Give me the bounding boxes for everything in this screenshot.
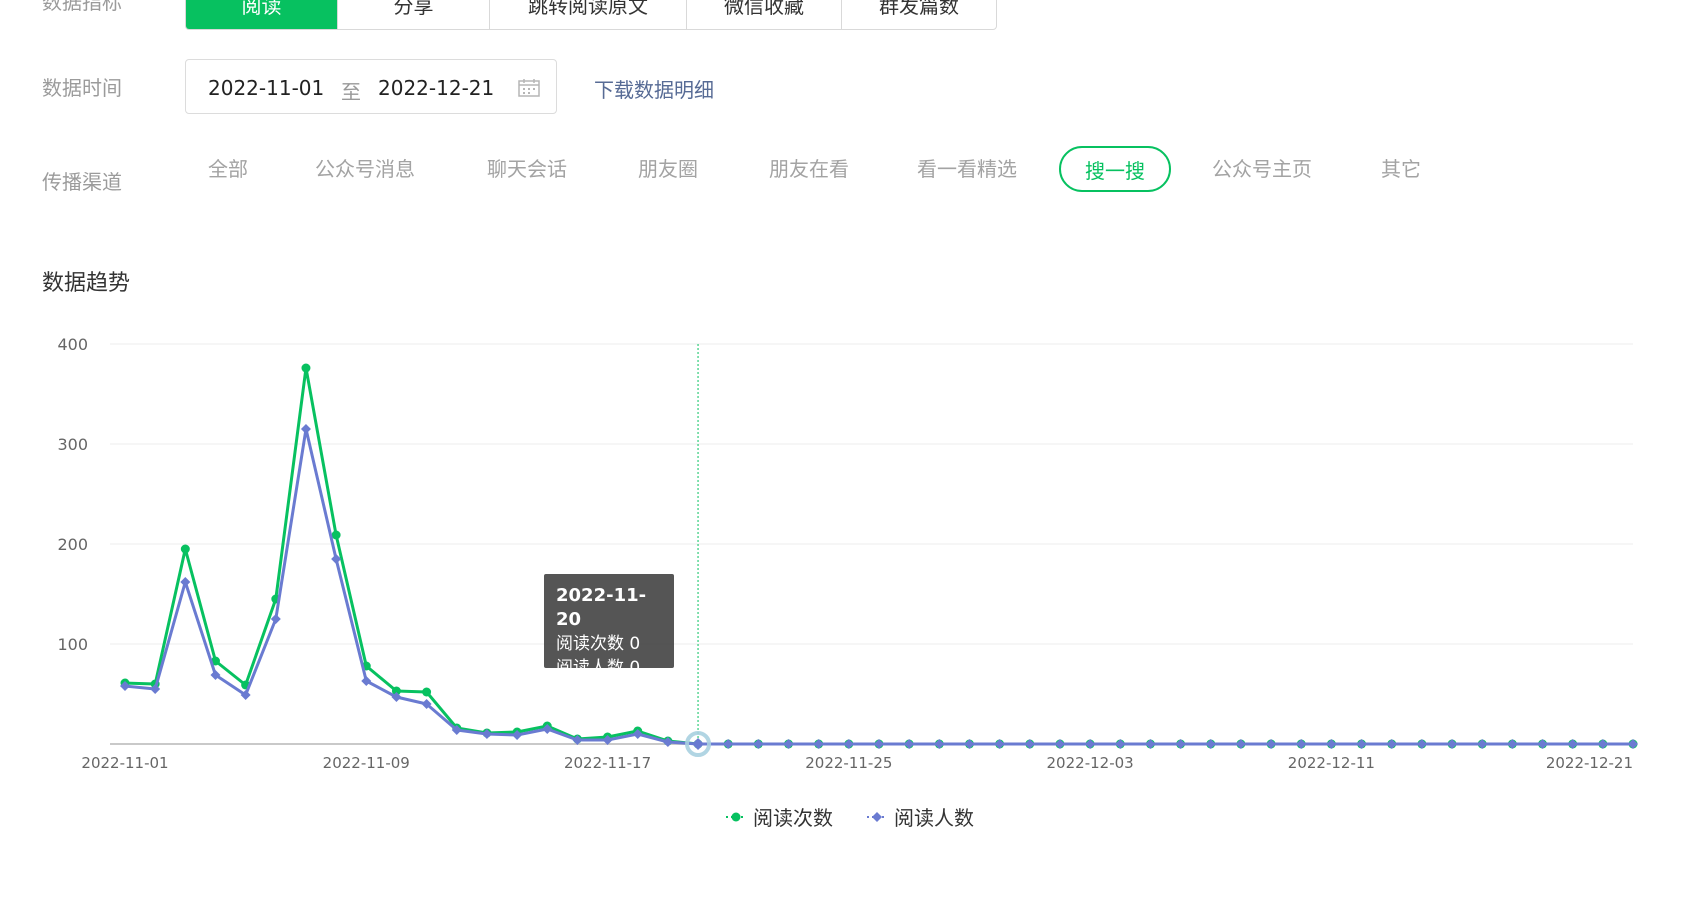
legend-reads[interactable]: 阅读次数 xyxy=(725,802,833,831)
y-tick-label: 400 xyxy=(57,335,88,354)
y-tick-label: 100 xyxy=(57,635,88,654)
series-1-point xyxy=(843,739,854,749)
series-1-point xyxy=(1296,739,1307,749)
series-line-1 xyxy=(124,427,1633,746)
series-0-point xyxy=(422,687,432,697)
series-1-point xyxy=(1628,739,1638,749)
x-tick-label: 2022-12-03 xyxy=(1047,754,1134,772)
series-1-point xyxy=(1145,739,1156,749)
series-1-point xyxy=(1085,739,1096,749)
x-tick-label: 2022-12-21 xyxy=(1546,754,1633,772)
series-1-point xyxy=(1507,739,1518,749)
series-0-point xyxy=(331,530,341,540)
series-1-point xyxy=(1356,739,1367,749)
series-1-point xyxy=(934,739,945,749)
series-1-point xyxy=(1054,739,1065,749)
series-1-point xyxy=(813,739,824,749)
series-1-point xyxy=(300,424,311,434)
chart-tooltip: 2022-11-20 阅读次数 0 阅读人数 0 xyxy=(544,574,674,678)
x-tick-label: 2022-11-01 xyxy=(81,754,168,772)
series-1-point xyxy=(1597,739,1608,749)
series-1-point xyxy=(1477,739,1488,749)
y-tick-label: 200 xyxy=(57,535,88,554)
series-1-point xyxy=(874,739,884,749)
legend-readers-marker-icon xyxy=(867,811,887,822)
series-1-point xyxy=(783,739,794,749)
legend-reads-label: 阅读次数 xyxy=(753,806,833,830)
series-line-0 xyxy=(124,366,1633,746)
series-1-point xyxy=(1567,739,1578,749)
series-0-point xyxy=(301,363,311,373)
legend-readers[interactable]: 阅读人数 xyxy=(866,802,974,831)
series-1-point xyxy=(723,739,734,749)
x-tick-label: 2022-11-25 xyxy=(805,754,892,772)
trend-chart: 100 200 300 400 2022-11-01 2022-11-09 2022-11-… xyxy=(57,335,1638,772)
series-1-point xyxy=(904,739,915,749)
series-1-point xyxy=(1235,739,1246,749)
series-1-point xyxy=(180,577,191,587)
series-1-point xyxy=(753,739,764,749)
series-1-point xyxy=(994,739,1005,749)
x-tick-label: 2022-12-11 xyxy=(1288,754,1375,772)
tooltip-readers: 阅读人数 0 xyxy=(556,658,641,678)
series-1-point xyxy=(1024,739,1035,749)
series-1-point xyxy=(1447,739,1458,749)
highlight-point xyxy=(692,738,705,750)
series-1-point xyxy=(1205,739,1216,749)
y-tick-label: 300 xyxy=(57,435,88,454)
series-0-point xyxy=(180,544,190,554)
legend-readers-label: 阅读人数 xyxy=(894,806,974,830)
series-1-point xyxy=(270,614,281,624)
series-1-point xyxy=(1175,739,1186,749)
legend-reads-marker-icon xyxy=(726,812,746,821)
x-tick-label: 2022-11-17 xyxy=(564,754,651,772)
series-1-point xyxy=(1115,739,1126,749)
series-1-point xyxy=(1266,739,1277,749)
series-1-point xyxy=(1386,739,1397,749)
series-1-point xyxy=(1416,739,1427,749)
series-1-point xyxy=(1326,739,1337,749)
series-1-point xyxy=(964,739,975,749)
x-tick-label: 2022-11-09 xyxy=(323,754,410,772)
tooltip-reads: 阅读次数 0 xyxy=(556,634,641,654)
tooltip-date: 2022-11-20 xyxy=(556,585,647,630)
series-1-point xyxy=(1537,739,1548,749)
